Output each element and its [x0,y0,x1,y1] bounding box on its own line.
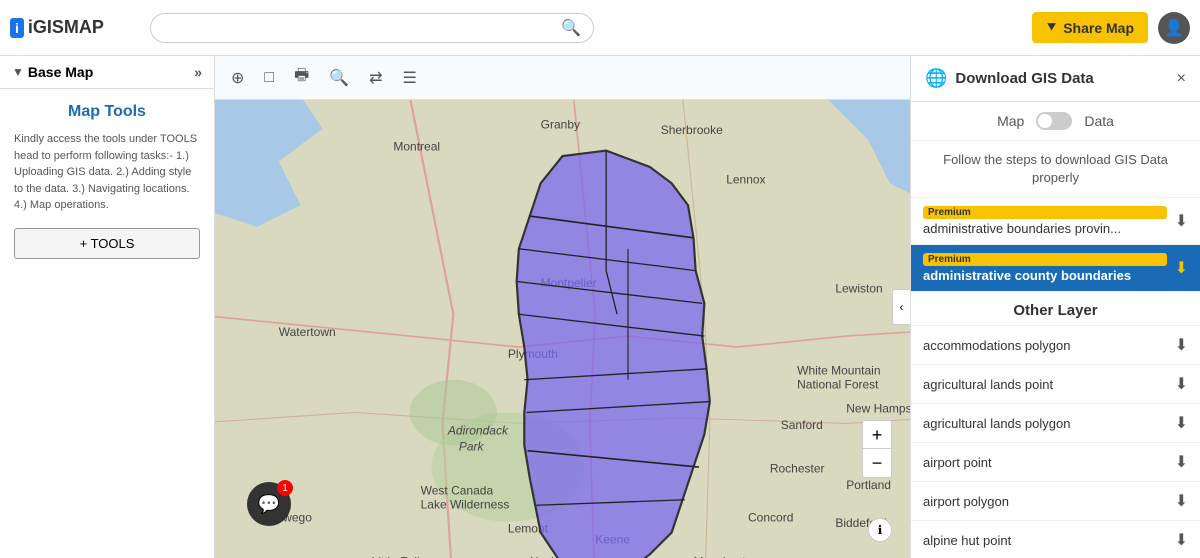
svg-text:Sanford: Sanford [781,418,823,432]
svg-text:Park: Park [459,440,485,454]
svg-text:Watertown: Watertown [279,325,336,339]
download-icon[interactable]: ⬇ [1175,413,1188,433]
map-info-button[interactable]: ℹ [868,518,892,542]
close-button[interactable]: × [1177,70,1186,88]
right-panel: 🌐 Download GIS Data × Map Data Follow th… [910,56,1200,558]
basemap-label: Base Map [28,64,93,80]
layer-name: airport polygon [923,494,1175,509]
main-content: ▼ Base Map » Map Tools Kindly access the… [0,56,1200,558]
download-icon[interactable]: ⬇ [1175,452,1188,472]
search-bar[interactable]: 🔍 [150,13,594,43]
zoom-controls: + − [862,420,892,478]
share-icon: ⯆ [1046,19,1057,36]
toggle-row: Map Data [911,102,1200,141]
right-panel-title: 🌐 Download GIS Data [925,68,1094,89]
layer-row[interactable]: airport point ⬇ [911,443,1200,482]
map-svg: Montreal Granby Sherbrooke Lennox Watert… [215,96,910,558]
layers-tool-button[interactable]: ☰ [399,66,421,90]
svg-text:Sherbrooke: Sherbrooke [661,123,723,137]
download-icon[interactable]: ⬇ [1175,211,1188,231]
other-layer-header: Other Layer [911,292,1200,326]
svg-text:National Forest: National Forest [797,377,879,391]
premium-badge: Premium [923,206,1167,219]
zoom-in-button[interactable]: + [863,421,891,449]
download-icon[interactable]: ⬇ [1175,335,1188,355]
share-label: Share Map [1063,20,1134,36]
svg-text:Lake Wilderness: Lake Wilderness [421,498,510,512]
right-panel-header: 🌐 Download GIS Data × [911,56,1200,102]
layer-name: airport point [923,455,1175,470]
svg-text:Little Falls: Little Falls [372,554,426,558]
user-avatar[interactable]: 👤 [1158,12,1190,44]
map-tools-desc: Kindly access the tools under TOOLS head… [14,131,200,214]
svg-text:Lennox: Lennox [726,172,765,186]
svg-text:New Hampshire: New Hampshire [846,401,910,415]
logo: i iGISMAP [10,17,140,38]
svg-text:White Mountain: White Mountain [797,363,880,377]
share-map-button[interactable]: ⯆ Share Map [1032,12,1148,43]
location-tool-button[interactable]: ⊕ [227,66,248,90]
layer-row[interactable]: agricultural lands point ⬇ [911,365,1200,404]
chat-badge: 1 [277,480,293,496]
header: i iGISMAP 🔍 ⯆ Share Map 👤 [0,0,1200,56]
download-description: Follow the steps to download GIS Data pr… [911,141,1200,198]
premium-layer-item[interactable]: Premium administrative boundaries provin… [911,198,1200,245]
layer-row[interactable]: accommodations polygon ⬇ [911,326,1200,365]
layer-list: Premium administrative boundaries provin… [911,198,1200,558]
search-input[interactable] [163,20,553,36]
logo-icon: i [10,18,24,38]
download-icon[interactable]: ⬇ [1175,374,1188,394]
download-icon-active[interactable]: ⬇ [1175,258,1188,278]
map-toolbar: ⊕ □ 🖶 🔍 ⇄ ☰ [215,56,910,100]
map-area[interactable]: ⊕ □ 🖶 🔍 ⇄ ☰ Montreal [215,56,910,558]
globe-icon: 🌐 [925,68,947,89]
map-data-toggle[interactable] [1036,112,1072,130]
map-tools-panel: Map Tools Kindly access the tools under … [0,89,214,558]
layer-name: accommodations polygon [923,338,1175,353]
chat-button[interactable]: 💬 1 [247,482,291,526]
premium-layer-item-active[interactable]: Premium administrative county boundaries… [911,245,1200,292]
map-tools-title: Map Tools [14,103,200,121]
svg-text:Montreal: Montreal [393,140,440,154]
collapse-icon[interactable]: » [194,64,202,80]
fullscreen-tool-button[interactable]: □ [260,67,278,89]
layer-row[interactable]: alpine hut point ⬇ [911,521,1200,558]
download-gis-title: Download GIS Data [955,70,1093,87]
logo-text: iGISMAP [28,17,104,38]
download-icon[interactable]: ⬇ [1175,491,1188,511]
svg-text:Granby: Granby [541,118,580,132]
zoom-tool-button[interactable]: 🔍 [325,66,353,90]
print-tool-button[interactable]: 🖶 [290,62,313,93]
svg-text:Lewiston: Lewiston [835,281,882,295]
layer-name: agricultural lands polygon [923,416,1175,431]
data-toggle-label: Data [1084,113,1114,129]
blue-accent-bar [910,216,911,326]
svg-text:Rochester: Rochester [770,461,825,475]
layer-row[interactable]: airport polygon ⬇ [911,482,1200,521]
svg-text:Portland: Portland [846,478,891,492]
layer-row[interactable]: agricultural lands polygon ⬇ [911,404,1200,443]
premium-item-content: Premium administrative boundaries provin… [923,206,1167,236]
layer-name-active: administrative county boundaries [923,268,1167,283]
zoom-out-button[interactable]: − [863,449,891,477]
chevron-down-icon: ▼ [12,65,24,79]
search-button[interactable]: 🔍 [561,18,581,38]
download-icon[interactable]: ⬇ [1175,530,1188,550]
layer-name: administrative boundaries provin... [923,221,1167,236]
svg-text:Adirondack: Adirondack [447,423,509,437]
left-sidebar: ▼ Base Map » Map Tools Kindly access the… [0,56,215,558]
premium-item-content-active: Premium administrative county boundaries [923,253,1167,283]
svg-text:Concord: Concord [748,511,793,525]
layer-name: alpine hut point [923,533,1175,548]
map-nav-arrow[interactable]: ‹ [892,289,910,325]
svg-text:West Canada: West Canada [421,483,494,497]
map-toggle-label: Map [997,113,1024,129]
tools-button[interactable]: + TOOLS [14,228,200,259]
layer-name: agricultural lands point [923,377,1175,392]
svg-text:Manchester: Manchester [693,554,756,558]
basemap-header[interactable]: ▼ Base Map » [0,56,214,89]
measure-tool-button[interactable]: ⇄ [365,66,386,90]
chat-container: 💬 1 [231,498,275,542]
premium-badge-active: Premium [923,253,1167,266]
